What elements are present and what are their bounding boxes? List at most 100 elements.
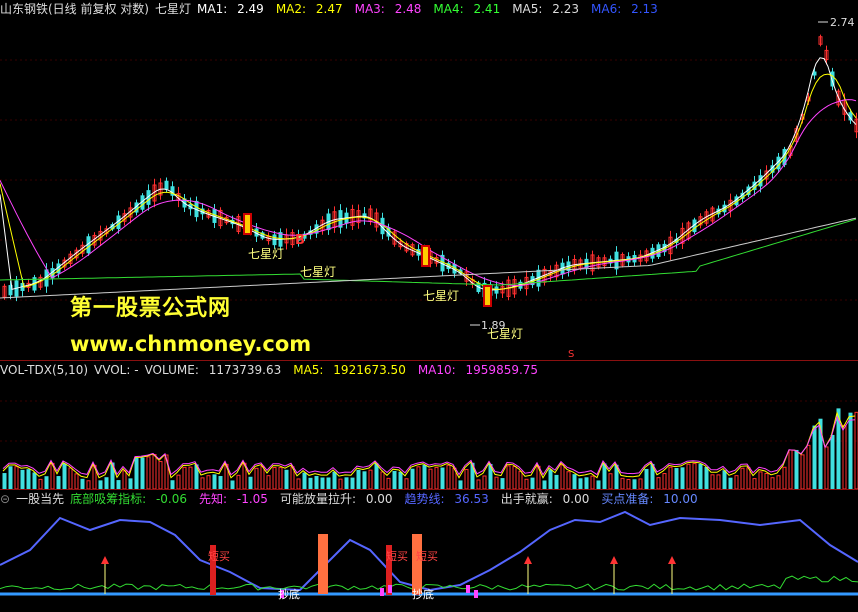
volume-bar xyxy=(434,466,439,490)
volume-bar xyxy=(842,424,847,490)
volume-bar xyxy=(176,474,181,490)
volume-bar xyxy=(392,470,397,490)
volume-bar xyxy=(686,463,691,490)
volume-bar xyxy=(476,479,481,490)
volume-bar xyxy=(236,474,241,490)
bottom-buy-bar xyxy=(318,534,328,594)
volume-bar xyxy=(200,477,205,490)
volume-bar xyxy=(218,476,223,490)
volume-bar xyxy=(26,469,31,490)
volume-bar xyxy=(122,470,127,490)
indicator-pane[interactable]: ⊝ 一股当先 底部吸筹指标: -0.06 先知: -1.05 可能放量拉升: 0.00 趋… xyxy=(0,490,858,612)
volume-bar xyxy=(830,434,835,490)
volume-bar xyxy=(68,467,73,490)
volume-bar xyxy=(698,463,703,490)
volume-bar xyxy=(254,467,259,490)
volume-bar xyxy=(356,469,361,490)
volume-bar xyxy=(278,467,283,490)
volume-bar xyxy=(344,477,349,490)
volume-bar xyxy=(644,468,649,490)
volume-bar xyxy=(308,477,313,490)
volume-bar xyxy=(446,464,451,490)
volume-bar xyxy=(80,478,85,490)
volume-bar xyxy=(638,478,643,490)
volume-bar xyxy=(710,474,715,490)
volume-chart[interactable] xyxy=(0,361,858,490)
up-arrow-icon xyxy=(610,556,618,564)
volume-bar xyxy=(362,471,367,490)
price-pane[interactable]: 山东钢铁(日线 前复权 对数) 七星灯 MA1: 2.49 MA2: 2.47 MA3:… xyxy=(0,0,858,360)
volume-bar xyxy=(170,480,175,490)
volume-bar xyxy=(326,477,331,490)
candle-body xyxy=(812,71,817,76)
volume-bar xyxy=(104,477,109,490)
volume-bar xyxy=(806,444,811,490)
volume-bar xyxy=(116,480,121,490)
indicator-chart[interactable]: 短买 短买 短买抄底 抄底 xyxy=(0,490,858,612)
volume-bar xyxy=(338,478,343,490)
volume-bar xyxy=(206,475,211,490)
volume-bar xyxy=(692,463,697,490)
volume-bar xyxy=(266,475,271,490)
prophet-bar xyxy=(466,585,470,593)
volume-bar xyxy=(776,475,781,490)
volume-bar xyxy=(578,478,583,490)
prophet-bar xyxy=(474,590,478,598)
volume-bar xyxy=(410,468,415,490)
volume-bar xyxy=(2,473,7,490)
volume-bar xyxy=(428,468,433,490)
signal-lamp-icon xyxy=(243,213,252,235)
volume-bar xyxy=(182,466,187,490)
signal-label-qixingdeng: 七星灯 xyxy=(423,289,459,303)
volume-bar xyxy=(350,477,355,490)
volume-bar xyxy=(404,478,409,490)
volume-bar xyxy=(314,475,319,490)
volume-bar xyxy=(248,476,253,490)
volume-bar xyxy=(728,477,733,490)
volume-bar xyxy=(158,461,163,490)
volume-bar xyxy=(590,475,595,490)
low-price-label: 1.89 xyxy=(481,319,506,332)
short-buy-tag: 短买 xyxy=(386,549,408,563)
volume-bar xyxy=(506,465,511,490)
volume-bar xyxy=(848,412,853,490)
watermark-url: www.chnmoney.com xyxy=(70,332,312,356)
volume-bar xyxy=(398,471,403,490)
volume-bar xyxy=(296,478,301,490)
volume-bar xyxy=(146,456,151,490)
volume-bar xyxy=(134,457,139,490)
volume-pane[interactable]: VOL-TDX(5,10) VVOL: - VOLUME: 1173739.63 MA… xyxy=(0,361,858,490)
up-arrow-icon xyxy=(668,556,676,564)
candle-body xyxy=(164,180,169,190)
volume-bar xyxy=(740,467,745,490)
volume-bar xyxy=(662,473,667,490)
prophet-bar xyxy=(380,588,384,596)
volume-bar xyxy=(734,475,739,490)
volume-bar xyxy=(212,474,217,490)
up-arrow-icon xyxy=(101,556,109,564)
volume-bar xyxy=(272,466,277,490)
signal-label-qixingdeng: 七星灯 xyxy=(248,247,284,261)
volume-bar xyxy=(284,469,289,490)
bottom-buy-tag: 抄底 xyxy=(412,587,434,601)
volume-bar xyxy=(494,476,499,490)
up-arrow-icon xyxy=(524,556,532,564)
high-price-label: 2.74 xyxy=(830,16,855,29)
volume-bar xyxy=(188,466,193,490)
volume-bar xyxy=(518,470,523,490)
volume-bar xyxy=(32,472,37,490)
volume-bar xyxy=(554,474,559,490)
sell-marker: S xyxy=(568,349,574,360)
volume-bar xyxy=(572,474,577,490)
volume-bar xyxy=(38,478,43,490)
bottom-buy-tag: 抄底 xyxy=(278,587,300,601)
short-buy-tag: 短买 xyxy=(208,549,230,563)
volume-bar xyxy=(668,466,673,490)
volume-bar xyxy=(374,463,379,490)
volume-bar xyxy=(632,479,637,490)
volume-bar xyxy=(86,480,91,490)
volume-bar xyxy=(566,471,571,490)
signal-lamp-icon xyxy=(483,285,492,307)
volume-bar xyxy=(548,469,553,490)
volume-bar xyxy=(302,472,307,490)
